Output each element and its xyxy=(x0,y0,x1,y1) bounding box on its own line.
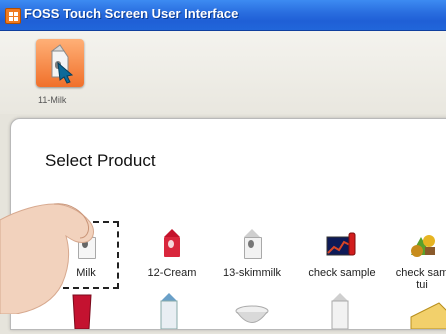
blue-carton-icon xyxy=(160,293,178,330)
cheese-icon xyxy=(410,302,446,330)
dialog-title: Select Product xyxy=(45,151,156,170)
product-tile-skimmilk[interactable]: 13-skimmilk xyxy=(221,223,283,287)
product-tile-check-sample-tui[interactable]: check sam tui xyxy=(391,223,446,291)
check-sample-icon xyxy=(325,227,359,261)
product-tile-row2-2[interactable] xyxy=(159,293,179,330)
check-sample-tui-icon xyxy=(405,227,439,261)
product-tile-cream[interactable]: 12-Cream xyxy=(141,223,203,287)
window-title: FOSS Touch Screen User Interface xyxy=(24,6,239,21)
product-label: 12-Cream xyxy=(147,267,197,279)
current-product-label: 11-Milk xyxy=(38,95,67,105)
bowl-icon xyxy=(235,305,269,323)
product-tile-check-sample[interactable]: check sample xyxy=(308,223,376,287)
toolbar: 11-Milk xyxy=(0,31,446,114)
app-icon xyxy=(5,8,21,24)
product-label: 13-skimmilk xyxy=(222,267,282,279)
grey-carton-icon xyxy=(331,293,349,330)
current-product-button[interactable] xyxy=(36,39,84,87)
skimmilk-carton-icon xyxy=(235,227,269,261)
product-tile-row2-4[interactable] xyxy=(331,293,349,330)
product-label: check sam tui xyxy=(395,267,446,291)
product-tile-row2-5[interactable] xyxy=(409,301,446,330)
milk-carton-touch-icon xyxy=(50,44,74,84)
cream-carton-icon xyxy=(155,227,189,261)
product-label: check sample xyxy=(308,267,376,279)
product-tile-row2-3[interactable] xyxy=(235,303,269,329)
pointing-hand-icon xyxy=(0,203,94,314)
title-bar: FOSS Touch Screen User Interface xyxy=(0,0,446,31)
